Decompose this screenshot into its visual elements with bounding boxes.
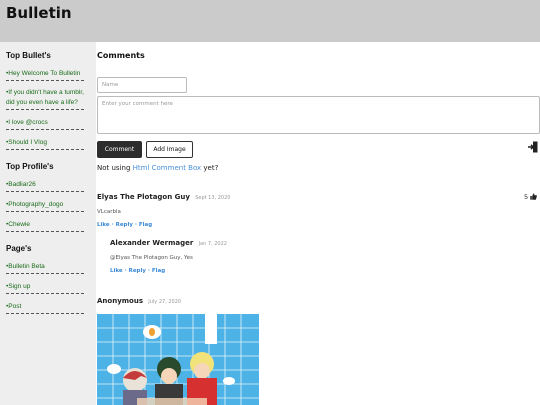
comment-date: July 27, 2020 — [148, 299, 182, 305]
sidebar-link-page[interactable]: •Bulletin Beta — [6, 261, 84, 274]
comment-item: Anonymous July 27, 2020 — [97, 297, 517, 305]
comment-body: VLcarbla — [97, 209, 121, 215]
comment-actions: Like · Reply · Flag — [110, 268, 510, 274]
comment-textarea[interactable]: Enter your comment here — [97, 96, 540, 134]
pages-heading: Page's — [6, 244, 32, 253]
sidebar-link-bullet[interactable]: •I love @crocs — [6, 117, 84, 130]
separator: · — [134, 222, 137, 228]
add-image-button[interactable]: Add Image — [146, 141, 193, 158]
site-header: Bulletin — [0, 0, 540, 42]
top-bullets-heading: Top Bullet's — [6, 51, 51, 60]
flag-link[interactable]: Flag — [152, 268, 165, 274]
reply-link[interactable]: Reply — [129, 268, 146, 274]
comment-header: Alexander Wermager Jan 7, 2022 — [110, 239, 510, 247]
sidebar-link-page[interactable]: •Post — [6, 301, 84, 314]
comment-author[interactable]: Elyas The Plotagon Guy — [97, 193, 190, 201]
site-title[interactable]: Bulletin — [6, 4, 72, 22]
sidebar-link-bullet[interactable]: •Should I Vlog — [6, 137, 84, 150]
vote-number: 5 — [524, 193, 529, 201]
comments-heading: Comments — [97, 51, 145, 60]
comment-author[interactable]: Anonymous — [97, 297, 143, 305]
sidebar: Top Bullet's •Hey Welcome To Bulletin •I… — [0, 42, 96, 405]
name-input[interactable]: Name — [97, 77, 187, 93]
comment-author[interactable]: Alexander Wermager — [110, 239, 193, 247]
like-link[interactable]: Like — [97, 222, 110, 228]
not-using-text: Not using Html Comment Box yet? — [97, 164, 218, 172]
comment-image[interactable] — [97, 314, 259, 405]
comment-date: Sept 13, 2020 — [195, 195, 231, 201]
comments-section: Comments Name Enter your comment here Co… — [97, 42, 540, 405]
separator: · — [147, 268, 150, 274]
not-using-suffix: yet? — [203, 164, 219, 172]
sidebar-link-bullet[interactable]: •Hey Welcome To Bulletin — [6, 68, 84, 81]
html-comment-box-link[interactable]: Html Comment Box — [133, 164, 202, 172]
top-profiles-heading: Top Profile's — [6, 162, 54, 171]
comment-button[interactable]: Comment — [97, 141, 142, 158]
comment-actions: Like · Reply · Flag — [97, 222, 517, 228]
sidebar-link-profile[interactable]: •Photography_dogo — [6, 199, 84, 212]
comment-header: Anonymous July 27, 2020 — [97, 297, 517, 305]
like-link[interactable]: Like — [110, 268, 123, 274]
comment-date: Jan 7, 2022 — [198, 241, 227, 247]
thumbs-up-icon[interactable] — [530, 193, 538, 200]
sidebar-link-page[interactable]: •Sign up — [6, 281, 84, 294]
comment-item: Elyas The Plotagon Guy Sept 13, 2020 VLc… — [97, 193, 517, 228]
sidebar-link-profile[interactable]: •Chewie — [6, 219, 84, 232]
comment-body: @Elyas The Plotagon Guy, Yes — [110, 255, 193, 261]
sidebar-link-profile[interactable]: •Badliar26 — [6, 179, 84, 192]
reply-link[interactable]: Reply — [116, 222, 133, 228]
sidebar-link-bullet[interactable]: •If you didn't have a tumblr, did you ev… — [6, 88, 84, 110]
flag-link[interactable]: Flag — [139, 222, 152, 228]
not-using-prefix: Not using — [97, 164, 131, 172]
sign-in-icon[interactable] — [528, 141, 538, 153]
separator: · — [111, 222, 114, 228]
comment-header: Elyas The Plotagon Guy Sept 13, 2020 — [97, 193, 517, 201]
comment-reply-item: Alexander Wermager Jan 7, 2022 @Elyas Th… — [110, 239, 510, 274]
vote-count[interactable]: 5 — [524, 193, 538, 201]
separator: · — [124, 268, 127, 274]
